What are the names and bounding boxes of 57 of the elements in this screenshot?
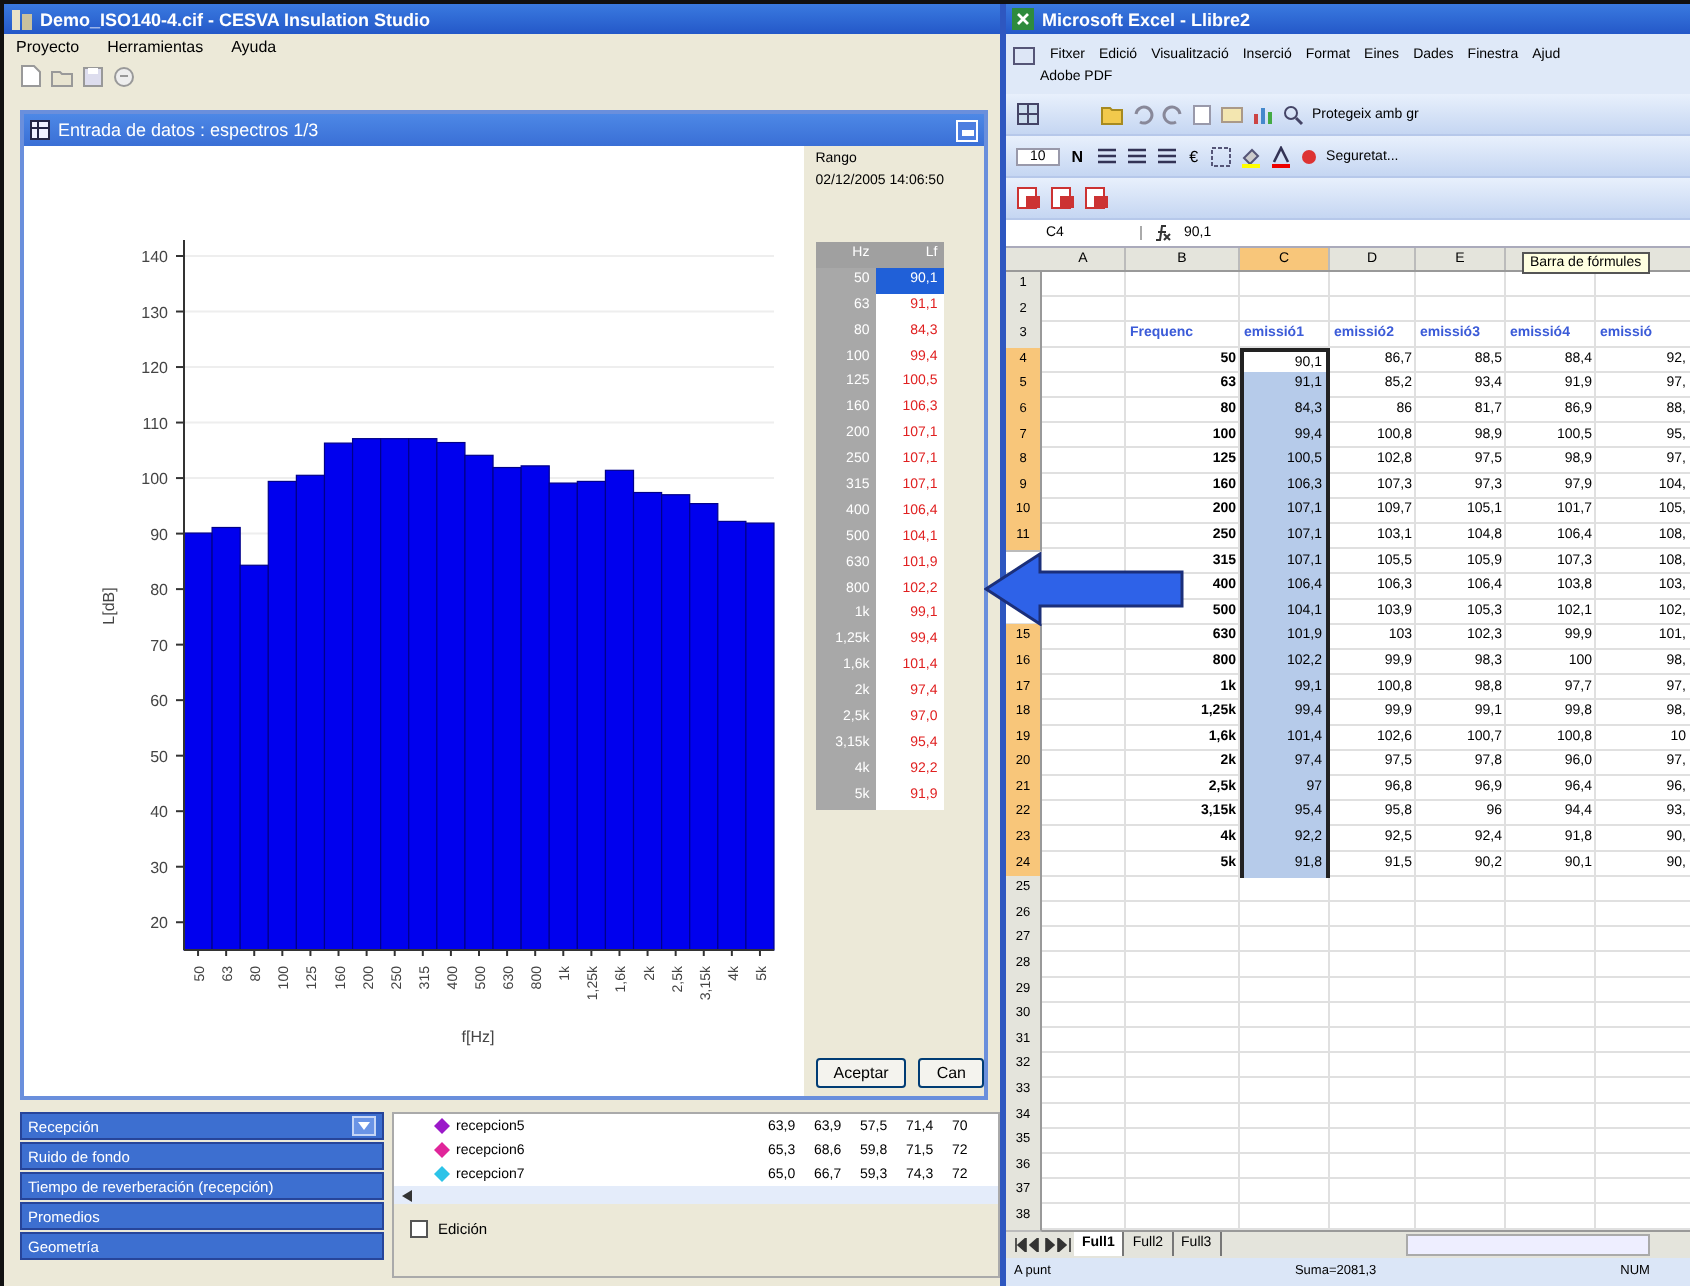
minimize-button[interactable] [956,119,978,141]
document-icon[interactable] [1050,186,1076,210]
currency-button[interactable]: € [1185,147,1203,165]
y-tick-label: 90 [150,525,168,544]
document-icon[interactable] [1084,186,1110,210]
y-tick-label: 130 [141,303,168,322]
undo-icon[interactable] [1132,103,1154,125]
magnifier-icon[interactable] [1282,103,1304,125]
document-icon[interactable] [1016,186,1042,210]
menu-item[interactable]: Proyecto [16,38,80,56]
app-icon [10,7,34,31]
window-title: Microsoft Excel - Llibre2 [1042,9,1251,29]
y-tick-label: 80 [150,581,168,600]
fill-color-icon[interactable] [1240,145,1263,167]
fx-icon [1154,224,1172,242]
x-axis-title: f[Hz] [461,1028,495,1046]
dialog-button[interactable]: Can [918,1058,984,1088]
horizontal-scrollbar[interactable] [1406,1233,1650,1256]
menu-item[interactable]: Herramientas [107,38,204,56]
collapse-button[interactable] [352,1116,376,1136]
dialog-title: Entrada de datos : espectros 1/3 [58,120,319,140]
y-tick-label: 30 [150,858,168,877]
left-arrow-icon [402,1189,412,1201]
menu-item[interactable]: Ayuda [231,38,277,56]
page-icon[interactable] [1192,103,1212,125]
grid-icon[interactable] [1016,102,1040,126]
sheet-navigation-icon[interactable] [1014,1237,1074,1252]
align-icon[interactable] [1125,146,1148,166]
folder-icon[interactable] [50,65,74,87]
bold-button[interactable]: N [1067,147,1088,165]
y-tick-label: 20 [150,914,168,933]
window-title: Demo_ISO140-4.cif - CESVA Insulation Studio [40,9,431,29]
y-tick-label: 120 [141,359,168,378]
new-document-icon[interactable] [20,64,42,88]
spreadsheet-icon [1012,8,1034,30]
y-tick-label: 40 [150,803,168,822]
y-tick-label: 50 [150,747,168,766]
horizontal-scrollbar[interactable] [394,1186,998,1204]
redo-icon[interactable] [1162,103,1184,125]
borders-icon[interactable] [1210,145,1233,167]
save-icon[interactable] [82,65,104,87]
folder-icon[interactable] [1100,103,1124,125]
y-tick-label: 110 [142,414,168,433]
y-tick-label: 140 [141,248,168,266]
grid-icon [30,120,50,140]
y-tick-label: 70 [150,636,168,655]
y-tick-label: 100 [141,470,168,489]
chart-icon[interactable] [1252,103,1274,125]
y-tick-label: 60 [150,692,168,711]
y-axis-title: L[dB] [100,587,118,625]
chevron-icon [358,1122,370,1130]
dialog-button[interactable]: Aceptar [815,1058,907,1088]
align-icon[interactable] [1155,146,1178,166]
document-icon[interactable] [1012,45,1036,65]
font-color-icon[interactable] [1270,145,1293,167]
minimize-icon [961,129,973,135]
align-icon[interactable] [1095,146,1118,166]
